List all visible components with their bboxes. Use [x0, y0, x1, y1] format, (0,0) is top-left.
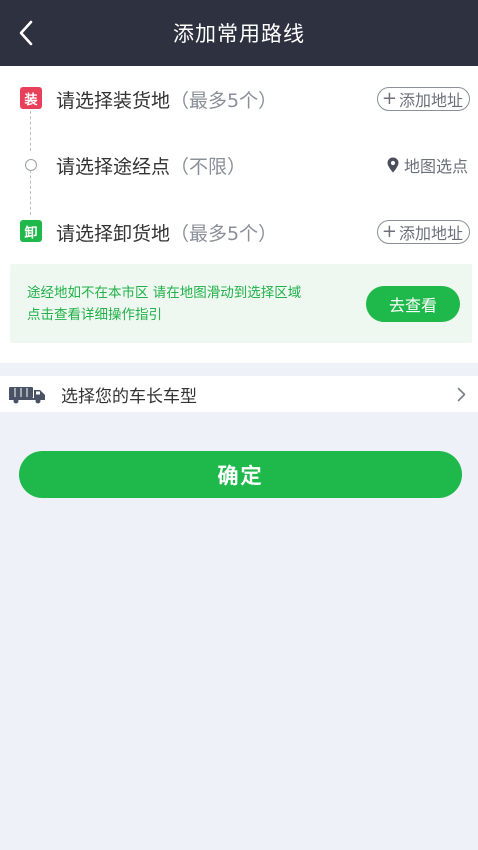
guide-notice-text: 途经地如不在本市区 请在地图滑动到选择区域 点击查看详细操作指引 — [27, 282, 347, 326]
page-title: 添加常用路线 — [173, 22, 305, 46]
map-pick-button[interactable]: 地图选点 — [387, 153, 468, 177]
back-button[interactable] — [6, 13, 46, 53]
load-location-row[interactable]: 装 请选择装货地（最多5个） + 添加地址 — [0, 74, 478, 124]
load-location-label[interactable]: 请选择装货地（最多5个） — [56, 86, 277, 113]
add-unload-address-label: 添加地址 — [398, 224, 463, 243]
add-load-address-label: 添加地址 — [398, 91, 463, 110]
guide-notice-line2: 点击查看详细操作指引 — [27, 307, 162, 323]
via-point-label[interactable]: 请选择途经点（不限） — [56, 152, 246, 179]
unload-badge: 卸 — [20, 220, 42, 242]
add-unload-address-button[interactable]: + 添加地址 — [376, 220, 470, 244]
view-guide-button[interactable]: 去查看 — [366, 286, 460, 322]
vehicle-type-label: 选择您的车长车型 — [61, 386, 197, 407]
map-pick-label: 地图选点 — [403, 157, 468, 176]
load-location-text: 请选择装货地 — [56, 89, 171, 112]
guide-notice: 途经地如不在本市区 请在地图滑动到选择区域 点击查看详细操作指引 去查看 — [10, 264, 472, 343]
chevron-right-icon — [457, 387, 466, 402]
map-pin-icon — [387, 157, 399, 173]
vehicle-type-row[interactable]: 选择您的车长车型 — [0, 376, 478, 412]
unload-location-row[interactable]: 卸 请选择卸货地（最多5个） + 添加地址 — [0, 207, 478, 257]
plus-icon: + — [381, 221, 397, 242]
route-card: 装 请选择装货地（最多5个） + 添加地址 请选择途经点（不限） 地图选点 卸 … — [0, 66, 478, 363]
header-bar: 添加常用路线 — [0, 0, 478, 66]
load-location-hint: （最多5个） — [170, 89, 278, 112]
via-point-text: 请选择途经点 — [56, 155, 171, 178]
unload-location-text: 请选择卸货地 — [56, 222, 171, 245]
unload-location-label[interactable]: 请选择卸货地（最多5个） — [56, 219, 277, 246]
add-load-address-button[interactable]: + 添加地址 — [376, 87, 470, 111]
chevron-left-icon — [19, 20, 33, 46]
confirm-button[interactable]: 确定 — [19, 451, 462, 498]
unload-location-hint: （最多5个） — [170, 222, 278, 245]
via-point-hint: （不限） — [170, 155, 247, 178]
load-badge: 装 — [20, 87, 42, 109]
truck-icon — [9, 387, 45, 404]
guide-notice-line1: 途经地如不在本市区 请在地图滑动到选择区域 — [27, 285, 302, 301]
plus-icon: + — [381, 88, 397, 109]
via-point-dot — [25, 159, 37, 171]
via-point-row[interactable]: 请选择途经点（不限） 地图选点 — [0, 140, 478, 190]
